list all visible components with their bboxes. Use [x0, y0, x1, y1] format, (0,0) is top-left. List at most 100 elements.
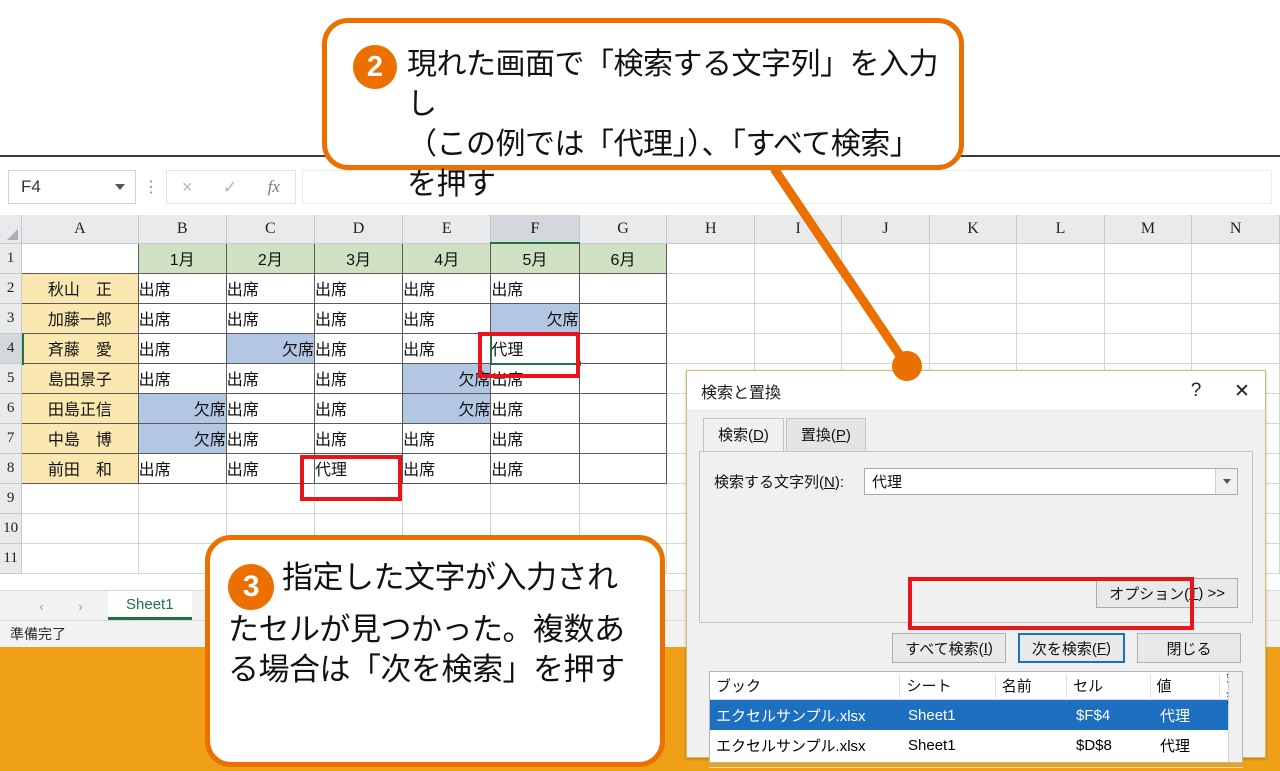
cell-b9[interactable]	[138, 483, 227, 514]
cell-l3[interactable]	[1016, 303, 1105, 334]
cell-a11[interactable]	[21, 543, 139, 574]
column-header-k[interactable]: K	[929, 215, 1018, 244]
cell-e2[interactable]: 出席	[402, 273, 492, 304]
cell-l1[interactable]	[1016, 243, 1105, 274]
column-header-h[interactable]: H	[666, 215, 756, 244]
cell-g5[interactable]	[579, 363, 668, 394]
find-what-combo[interactable]: 代理	[864, 468, 1238, 495]
cancel-icon[interactable]: ×	[182, 177, 193, 198]
help-icon[interactable]: ?	[1173, 380, 1219, 402]
column-header-n[interactable]: N	[1191, 215, 1280, 244]
results-col-sheet[interactable]: シート	[900, 673, 996, 698]
column-header-a[interactable]: A	[21, 215, 139, 244]
cell-e1[interactable]: 4月	[402, 243, 492, 274]
row-header-1[interactable]: 1	[0, 243, 23, 274]
column-header-b[interactable]: B	[138, 215, 227, 244]
tab-replace[interactable]: 置換(P)	[785, 418, 866, 451]
cell-d9[interactable]	[314, 483, 404, 514]
cell-i1[interactable]	[754, 243, 843, 274]
row-header-2[interactable]: 2	[0, 273, 23, 304]
cell-e3[interactable]: 出席	[402, 303, 492, 334]
row-header-9[interactable]: 9	[0, 483, 23, 514]
cell-l2[interactable]	[1016, 273, 1105, 304]
cell-c9[interactable]	[226, 483, 315, 514]
cell-c6[interactable]: 出席	[226, 393, 315, 424]
cell-b2[interactable]: 出席	[138, 273, 227, 304]
cell-a7[interactable]: 中島 博	[21, 423, 139, 454]
sheet-nav-arrows[interactable]: ‹ ›	[22, 595, 100, 617]
cell-b1[interactable]: 1月	[138, 243, 227, 274]
results-col-cell[interactable]: セル	[1067, 673, 1151, 698]
cell-g9[interactable]	[579, 483, 668, 514]
cell-h4[interactable]	[666, 333, 756, 364]
cell-d4[interactable]: 出席	[314, 333, 404, 364]
cell-i4[interactable]	[754, 333, 843, 364]
cell-j3[interactable]	[841, 303, 930, 334]
close-button[interactable]: 閉じる	[1137, 633, 1241, 663]
cell-h1[interactable]	[666, 243, 756, 274]
cell-d2[interactable]: 出席	[314, 273, 404, 304]
enter-icon[interactable]: ✓	[223, 177, 238, 198]
options-button[interactable]: オプション(T) >>	[1096, 578, 1238, 608]
results-col-book[interactable]: ブック	[710, 673, 901, 698]
cell-m2[interactable]	[1104, 273, 1193, 304]
expand-dots-icon[interactable]: ⋮	[136, 177, 166, 197]
cell-a5[interactable]: 島田景子	[21, 363, 139, 394]
cell-b8[interactable]: 出席	[138, 453, 227, 484]
cell-n4[interactable]	[1191, 333, 1280, 364]
column-header-l[interactable]: L	[1016, 215, 1105, 244]
column-header-d[interactable]: D	[314, 215, 404, 244]
cell-f9[interactable]	[490, 483, 580, 514]
results-scrollbar[interactable]	[1228, 672, 1242, 762]
cell-a6[interactable]: 田島正信	[21, 393, 139, 424]
cell-a3[interactable]: 加藤一郎	[21, 303, 139, 334]
cell-a1[interactable]	[21, 243, 139, 274]
cell-d8[interactable]: 代理	[314, 453, 404, 484]
cell-k4[interactable]	[929, 333, 1018, 364]
cell-e5[interactable]: 欠席	[402, 363, 492, 394]
chevron-down-icon[interactable]	[115, 184, 125, 190]
cell-k2[interactable]	[929, 273, 1018, 304]
cell-g3[interactable]	[579, 303, 668, 334]
cell-d6[interactable]: 出席	[314, 393, 404, 424]
cell-b4[interactable]: 出席	[138, 333, 227, 364]
result-row-1[interactable]: エクセルサンプル.xlsx Sheet1 $F$4 代理	[710, 700, 1242, 730]
sheet-next-icon[interactable]: ›	[78, 599, 82, 614]
cell-i2[interactable]	[754, 273, 843, 304]
sheet-tab-sheet1[interactable]: Sheet1	[108, 591, 192, 620]
cell-c1[interactable]: 2月	[226, 243, 315, 274]
column-header-c[interactable]: C	[226, 215, 315, 244]
cell-a4[interactable]: 斉藤 愛	[21, 333, 139, 364]
cell-j4[interactable]	[841, 333, 930, 364]
cell-j1[interactable]	[841, 243, 930, 274]
result-row-2[interactable]: エクセルサンプル.xlsx Sheet1 $D$8 代理	[710, 730, 1242, 760]
row-header-10[interactable]: 10	[0, 513, 23, 544]
select-all-corner[interactable]	[0, 215, 23, 244]
cell-c5[interactable]: 出席	[226, 363, 315, 394]
find-next-button[interactable]: 次を検索(F)	[1017, 633, 1125, 663]
cell-a8[interactable]: 前田 和	[21, 453, 139, 484]
cell-g7[interactable]	[579, 423, 668, 454]
cell-f6[interactable]: 出席	[490, 393, 580, 424]
cell-f8[interactable]: 出席	[490, 453, 580, 484]
row-header-5[interactable]: 5	[0, 363, 23, 394]
cell-f4[interactable]: 代理	[490, 333, 580, 364]
cell-f7[interactable]: 出席	[490, 423, 580, 454]
column-header-f[interactable]: F	[490, 215, 580, 244]
results-col-name[interactable]: 名前	[996, 673, 1068, 698]
close-icon[interactable]: ✕	[1219, 380, 1265, 403]
cell-h2[interactable]	[666, 273, 756, 304]
cell-m4[interactable]	[1104, 333, 1193, 364]
find-all-button[interactable]: すべて検索(I)	[892, 633, 1006, 663]
cell-k3[interactable]	[929, 303, 1018, 334]
cell-g8[interactable]	[579, 453, 668, 484]
cell-a2[interactable]: 秋山 正	[21, 273, 139, 304]
cell-b3[interactable]: 出席	[138, 303, 227, 334]
cell-h3[interactable]	[666, 303, 756, 334]
column-header-g[interactable]: G	[579, 215, 668, 244]
cell-c2[interactable]: 出席	[226, 273, 315, 304]
cell-b7[interactable]: 欠席	[138, 423, 227, 454]
cell-k1[interactable]	[929, 243, 1018, 274]
column-header-j[interactable]: J	[841, 215, 930, 244]
cell-n3[interactable]	[1191, 303, 1280, 334]
